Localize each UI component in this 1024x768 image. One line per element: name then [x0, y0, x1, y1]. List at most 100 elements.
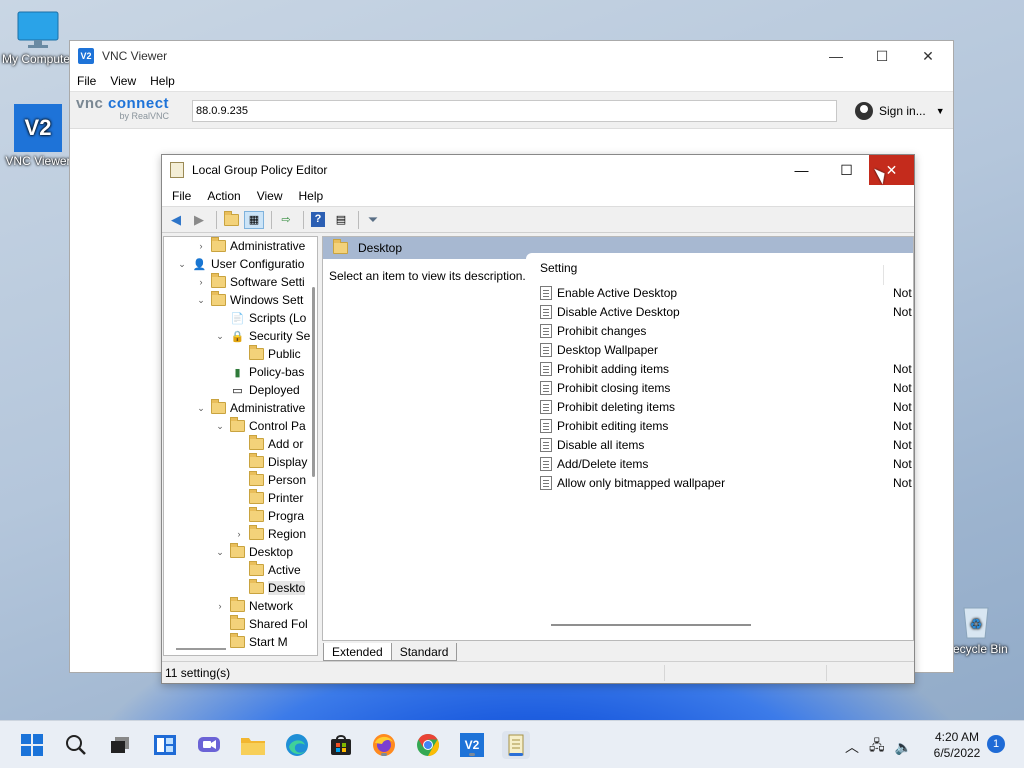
policy-setting-row[interactable]: Prohibit editing items Not: [526, 416, 913, 435]
tab-standard[interactable]: Standard: [390, 643, 458, 661]
policy-setting-row[interactable]: Disable Active Desktop Not: [526, 302, 913, 321]
collapse-chevron-icon[interactable]: ⌄: [214, 547, 226, 558]
collapse-chevron-icon[interactable]: ⌄: [214, 421, 226, 432]
tab-extended[interactable]: Extended: [323, 643, 392, 661]
volume-icon[interactable]: 🔈: [895, 739, 912, 756]
tree-node[interactable]: › Network: [164, 597, 317, 615]
expand-chevron-icon[interactable]: ›: [233, 529, 245, 539]
vnc-close-button[interactable]: ✕: [905, 41, 951, 71]
vnc-menu-file[interactable]: File: [77, 74, 96, 88]
chevron-up-icon[interactable]: ︿: [845, 737, 859, 757]
collapse-chevron-icon[interactable]: ⌄: [195, 403, 207, 414]
file-explorer-button[interactable]: [239, 731, 267, 759]
gpe-title-bar[interactable]: Local Group Policy Editor — ☐ ✕: [162, 155, 914, 185]
policy-setting-row[interactable]: Enable Active Desktop Not: [526, 283, 913, 302]
desktop-icon-vnc-viewer[interactable]: V2 VNC Viewer: [0, 104, 78, 168]
tree-node[interactable]: Deskto: [164, 579, 317, 597]
column-header-setting[interactable]: Setting: [526, 253, 913, 285]
sign-in-button[interactable]: Sign in... ▼: [855, 102, 945, 120]
back-arrow-icon[interactable]: ◀: [166, 211, 186, 229]
tree-node[interactable]: ▭ Deployed: [164, 381, 317, 399]
tree-node[interactable]: ⌄ Windows Sett: [164, 291, 317, 309]
network-icon[interactable]: 🖧: [869, 735, 885, 759]
tree-node[interactable]: ⌄ 🔒 Security Se: [164, 327, 317, 345]
tree-node[interactable]: Person: [164, 471, 317, 489]
expand-chevron-icon[interactable]: ›: [195, 241, 207, 251]
tree-node[interactable]: ⌄ Desktop: [164, 543, 317, 561]
policy-setting-row[interactable]: Prohibit deleting items Not: [526, 397, 913, 416]
vnc-viewer-taskbar-button[interactable]: V2: [458, 731, 486, 759]
collapse-chevron-icon[interactable]: ⌄: [195, 295, 207, 306]
tree-node[interactable]: › Administrative: [164, 237, 317, 255]
collapse-chevron-icon[interactable]: ⌄: [176, 259, 188, 270]
expand-chevron-icon[interactable]: ›: [195, 277, 207, 287]
export-list-icon[interactable]: ⇨: [276, 211, 296, 229]
vnc-address-input[interactable]: 88.0.9.235: [192, 100, 837, 122]
gpe-minimize-button[interactable]: —: [779, 155, 824, 185]
store-button[interactable]: [327, 731, 355, 759]
start-button[interactable]: [18, 731, 46, 759]
tree-node[interactable]: ⌄ Administrative: [164, 399, 317, 417]
notification-badge[interactable]: 1: [987, 735, 1005, 753]
policy-setting-row[interactable]: Disable all items Not: [526, 435, 913, 454]
tree-node[interactable]: Add or: [164, 435, 317, 453]
policy-setting-icon: [540, 285, 552, 300]
gpe-window-title: Local Group Policy Editor: [192, 163, 328, 177]
tree-horizontal-scrollbar[interactable]: [176, 648, 226, 650]
gpe-taskbar-button[interactable]: [502, 731, 530, 759]
policy-setting-icon: [540, 361, 552, 376]
policy-setting-row[interactable]: Allow only bitmapped wallpaper Not: [526, 473, 913, 492]
tree-node[interactable]: 📄 Scripts (Lo: [164, 309, 317, 327]
collapse-chevron-icon[interactable]: ⌄: [214, 331, 226, 342]
gpe-maximize-button[interactable]: ☐: [824, 155, 869, 185]
policy-setting-row[interactable]: Prohibit closing items Not: [526, 378, 913, 397]
tree-vertical-scrollbar[interactable]: [312, 287, 315, 477]
help-icon[interactable]: ?: [308, 211, 328, 229]
tree-node[interactable]: Shared Fol: [164, 615, 317, 633]
widgets-button[interactable]: [151, 731, 179, 759]
chrome-button[interactable]: [414, 731, 442, 759]
desktop-icon-my-computer[interactable]: My Computer: [0, 10, 78, 66]
column-header-label: Setting: [540, 261, 578, 275]
vnc-menu-view[interactable]: View: [110, 74, 136, 88]
search-button[interactable]: [62, 731, 90, 759]
expand-chevron-icon[interactable]: ›: [214, 601, 226, 611]
clock[interactable]: 4:20 AM 6/5/2022: [924, 729, 990, 761]
settings-list[interactable]: Setting Enable Active Desktop Not Disable …: [526, 253, 913, 640]
folder-icon: [230, 543, 245, 558]
gpe-menu-action[interactable]: Action: [207, 189, 240, 203]
vnc-maximize-button[interactable]: ☐: [859, 41, 905, 71]
tree-node[interactable]: Display: [164, 453, 317, 471]
firefox-button[interactable]: [370, 731, 398, 759]
tree-node[interactable]: Public: [164, 345, 317, 363]
tree-node[interactable]: Progra: [164, 507, 317, 525]
forward-arrow-icon[interactable]: ▶: [189, 211, 209, 229]
gpe-menu-view[interactable]: View: [257, 189, 283, 203]
policy-setting-row[interactable]: Prohibit changes: [526, 321, 913, 340]
edge-button[interactable]: [283, 731, 311, 759]
policy-tree[interactable]: › Administrative ⌄ 👤 User Configuratio › Softw…: [163, 236, 318, 656]
tree-node[interactable]: ⌄ Control Pa: [164, 417, 317, 435]
tree-node[interactable]: › Region: [164, 525, 317, 543]
show-hide-tree-icon[interactable]: ▦: [244, 210, 264, 229]
tree-node[interactable]: Printer: [164, 489, 317, 507]
policy-setting-row[interactable]: Desktop Wallpaper: [526, 340, 913, 359]
vnc-minimize-button[interactable]: —: [813, 41, 859, 71]
tree-node[interactable]: ▮ Policy-bas: [164, 363, 317, 381]
toolbar-divider: [358, 210, 359, 229]
policy-setting-row[interactable]: Prohibit adding items Not: [526, 359, 913, 378]
filter-icon[interactable]: ⏷: [363, 211, 383, 229]
list-horizontal-scrollbar[interactable]: [551, 624, 751, 626]
vnc-menu-help[interactable]: Help: [150, 74, 175, 88]
tree-node[interactable]: ⌄ 👤 User Configuratio: [164, 255, 317, 273]
up-folder-icon[interactable]: [221, 210, 241, 229]
policy-setting-row[interactable]: Add/Delete items Not: [526, 454, 913, 473]
properties-icon[interactable]: ▤: [331, 211, 351, 229]
gpe-menu-help[interactable]: Help: [299, 189, 324, 203]
tree-node[interactable]: Active: [164, 561, 317, 579]
gpe-toolbar: ◀ ▶ ▦ ⇨ ? ▤ ⏷: [162, 207, 914, 233]
teams-chat-button[interactable]: [195, 731, 223, 759]
task-view-button[interactable]: [106, 731, 134, 759]
tree-node[interactable]: › Software Setti: [164, 273, 317, 291]
gpe-menu-file[interactable]: File: [172, 189, 191, 203]
